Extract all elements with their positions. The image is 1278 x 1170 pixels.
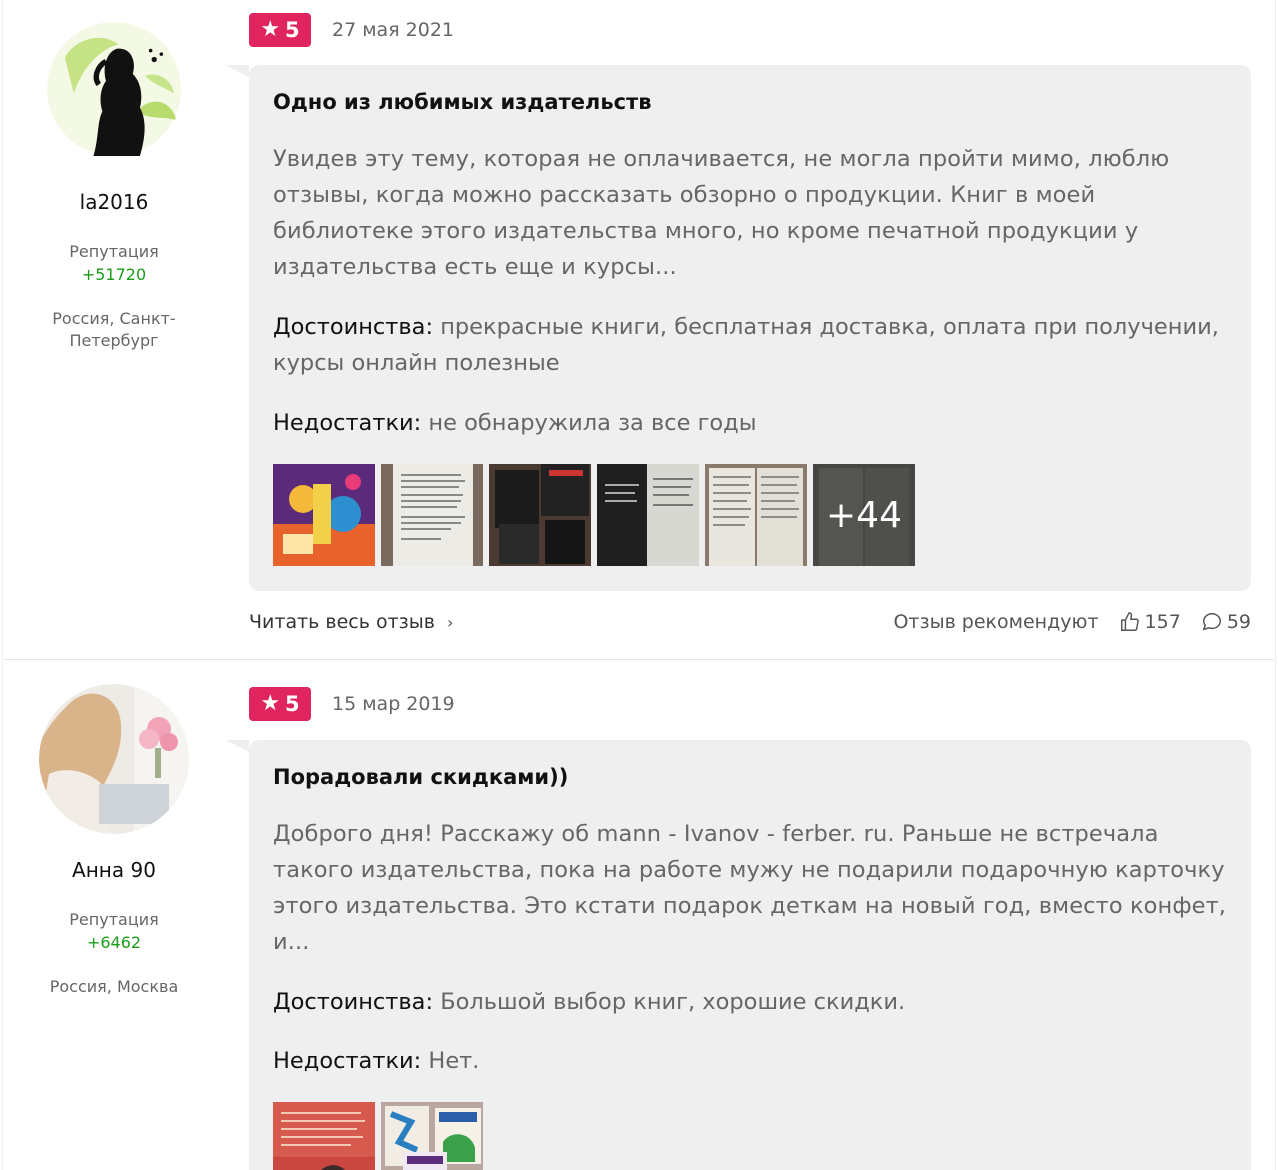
photo-thumbnail[interactable] <box>273 464 375 566</box>
reputation-label: Репутация <box>69 910 159 929</box>
review-bubble: Порадовали скидками)) Доброго дня! Расск… <box>225 740 1251 1170</box>
reputation-value: +51720 <box>81 265 147 284</box>
cons-label: Недостатки: <box>273 1048 422 1074</box>
photo-strip <box>273 1102 1227 1170</box>
cons-row: Недостатки: Нет. <box>273 1043 1227 1079</box>
review-text: Доброго дня! Расскажу об mann - Ivanov -… <box>273 821 1227 955</box>
avatar[interactable] <box>47 14 181 164</box>
photo-thumbnail[interactable] <box>597 464 699 566</box>
review-card: la2016 Репутация +51720 Россия, Санкт-Пе… <box>0 0 1278 660</box>
review-bubble: Одно из любимых издательств Увидев эту т… <box>225 65 1251 591</box>
review-header: ★ 5 27 мая 2021 <box>249 13 454 47</box>
rating-badge: ★ 5 <box>249 13 311 47</box>
author-name[interactable]: Анна 90 <box>14 858 214 882</box>
review-header: ★ 5 15 мар 2019 <box>249 687 455 721</box>
more-photos-count: +44 <box>813 464 915 566</box>
cons-row: Недостатки: не обнаружила за все годы <box>273 405 1227 441</box>
chevron-right-icon: › <box>446 612 454 632</box>
photo-thumbnail[interactable] <box>381 1102 483 1170</box>
review-date: 15 мар 2019 <box>332 693 455 715</box>
review-title[interactable]: Порадовали скидками)) <box>273 762 1227 792</box>
review-stats: Отзыв рекомендуют 157 59 <box>893 611 1251 633</box>
rating-value: 5 <box>285 692 300 716</box>
pros-label: Достоинства: <box>273 989 434 1015</box>
pros-row: Достоинства: Большой выбор книг, хорошие… <box>273 984 1227 1020</box>
author-block: Анна 90 Репутация +6462 Россия, Москва <box>14 684 214 998</box>
photo-strip: +44 <box>273 464 1227 566</box>
author-name[interactable]: la2016 <box>14 190 214 214</box>
author-block: la2016 Репутация +51720 Россия, Санкт-Пе… <box>14 14 214 352</box>
cons-text: Нет. <box>428 1048 480 1074</box>
review-text: Увидев эту тему, которая не оплачивается… <box>273 146 1170 280</box>
recommend-label: Отзыв рекомендуют <box>893 611 1099 633</box>
pros-row: Достоинства: прекрасные книги, бесплатна… <box>273 309 1227 381</box>
review-card: Анна 90 Репутация +6462 Россия, Москва ★… <box>0 660 1278 1170</box>
reputation-value: +6462 <box>86 933 142 952</box>
comments-button[interactable]: 59 <box>1201 611 1251 633</box>
reputation-label: Репутация <box>69 242 159 261</box>
review-date: 27 мая 2021 <box>332 19 455 41</box>
photo-thumbnail[interactable] <box>705 464 807 566</box>
rating-badge: ★ 5 <box>249 687 311 721</box>
cons-text: не обнаружила за все годы <box>428 410 757 436</box>
comment-icon <box>1202 613 1221 631</box>
read-full-review-label: Читать весь отзыв <box>249 611 435 633</box>
avatar[interactable] <box>39 684 189 834</box>
photo-thumbnail[interactable] <box>381 464 483 566</box>
photo-thumbnail[interactable] <box>273 1102 375 1170</box>
star-icon: ★ <box>260 17 281 42</box>
author-location: Россия, Москва <box>49 977 179 996</box>
review-footer: Читать весь отзыв › Отзыв рекомендуют 15… <box>249 607 1251 637</box>
review-title[interactable]: Одно из любимых издательств <box>273 87 1227 117</box>
author-location: Россия, Санкт-Петербург <box>52 309 176 350</box>
like-count: 157 <box>1144 611 1181 633</box>
photo-thumbnail[interactable] <box>489 464 591 566</box>
pros-label: Достоинства: <box>273 314 434 340</box>
thumbs-up-icon <box>1120 612 1139 631</box>
comment-count: 59 <box>1226 611 1251 633</box>
pros-text: Большой выбор книг, хорошие скидки. <box>440 989 906 1015</box>
cons-label: Недостатки: <box>273 410 422 436</box>
like-button[interactable]: 157 <box>1119 611 1181 633</box>
more-photos-thumbnail[interactable]: +44 <box>813 464 915 566</box>
star-icon: ★ <box>260 691 281 716</box>
read-full-review-link[interactable]: Читать весь отзыв › <box>249 611 453 633</box>
rating-value: 5 <box>285 18 300 42</box>
